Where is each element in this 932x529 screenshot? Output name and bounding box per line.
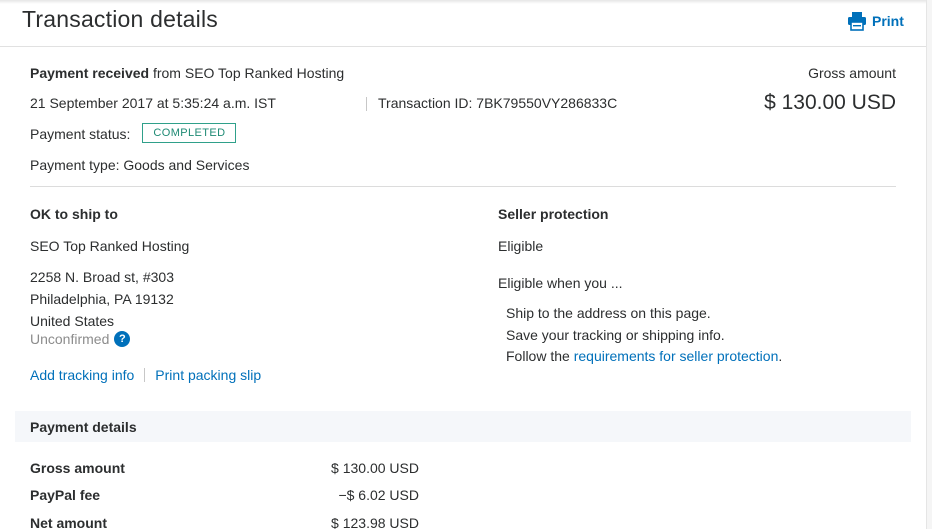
section-divider [30, 186, 896, 187]
scrollbar-track[interactable] [926, 0, 932, 529]
eligible-when-label: Eligible when you ... [498, 275, 623, 291]
gross-amount-label: Gross amount [808, 65, 896, 81]
link-separator [144, 368, 146, 382]
row-value: −$ 6.02 USD [338, 487, 419, 503]
address-line-1: 2258 N. Broad st, #303 [30, 269, 174, 285]
top-shadow [0, 0, 932, 4]
requirement-item: Follow the requirements for seller prote… [506, 346, 782, 368]
transaction-id-line: Transaction ID: 7BK79550VY286833C [378, 95, 617, 111]
row-value: $ 130.00 USD [331, 460, 419, 476]
separator [366, 97, 367, 111]
address-status: Unconfirmed ? [30, 331, 131, 347]
payment-received-line: Payment received from SEO Top Ranked Hos… [30, 65, 344, 81]
transaction-id-label: Transaction ID: [378, 95, 477, 111]
requirement-item: Ship to the address on this page. [506, 305, 711, 321]
print-packing-slip-link[interactable]: Print packing slip [155, 367, 261, 383]
add-tracking-link[interactable]: Add tracking info [30, 367, 134, 383]
requirement-item: Save your tracking or shipping info. [506, 326, 725, 343]
help-icon[interactable]: ? [114, 331, 131, 347]
requirement-suffix: . [778, 348, 783, 364]
payment-status-label: Payment status: [30, 126, 131, 142]
row-value: $ 123.98 USD [331, 515, 419, 529]
print-button[interactable]: Print [847, 11, 904, 31]
print-label: Print [872, 13, 904, 29]
transaction-date: 21 September 2017 at 5:35:24 a.m. IST [30, 95, 276, 111]
row-label: Gross amount [30, 460, 125, 476]
page-title: Transaction details [22, 6, 218, 32]
seller-protection-status: Eligible [498, 238, 544, 254]
seller-protection-title: Seller protection [498, 206, 609, 222]
printer-icon [848, 12, 866, 31]
payment-status-line: Payment status: COMPLETED [30, 123, 237, 143]
payment-details-title: Payment details [30, 419, 137, 435]
header-divider [0, 46, 926, 47]
transaction-id-value: 7BK79550VY286833C [476, 95, 618, 111]
requirement-prefix: Follow the [506, 348, 574, 364]
payment-details-header: Payment details [15, 411, 911, 442]
address-line-2: Philadelphia, PA 19132 [30, 291, 174, 307]
row-label: Net amount [30, 515, 107, 529]
payment-received-from: from SEO Top Ranked Hosting [149, 65, 345, 81]
status-badge: COMPLETED [142, 123, 237, 143]
address-status-label: Unconfirmed [30, 331, 110, 347]
table-row: PayPal fee −$ 6.02 USD [30, 487, 419, 503]
ship-to-name: SEO Top Ranked Hosting [30, 238, 190, 254]
table-row: Gross amount $ 130.00 USD [30, 460, 419, 476]
row-label: PayPal fee [30, 487, 101, 503]
ship-to-title: OK to ship to [30, 206, 118, 222]
ship-to-address: 2258 N. Broad st, #303 Philadelphia, PA … [30, 266, 174, 332]
shipping-actions: Add tracking info Print packing slip [30, 367, 261, 383]
payment-type: Payment type: Goods and Services [30, 157, 250, 173]
payment-received-label: Payment received [30, 65, 150, 81]
address-line-3: United States [30, 313, 115, 329]
gross-amount-value: $ 130.00 USD [764, 91, 896, 114]
table-row: Net amount $ 123.98 USD [30, 515, 419, 529]
seller-protection-requirements: Ship to the address on this page. Save y… [506, 303, 782, 368]
seller-protection-requirements-link[interactable]: requirements for seller protection [574, 348, 779, 364]
